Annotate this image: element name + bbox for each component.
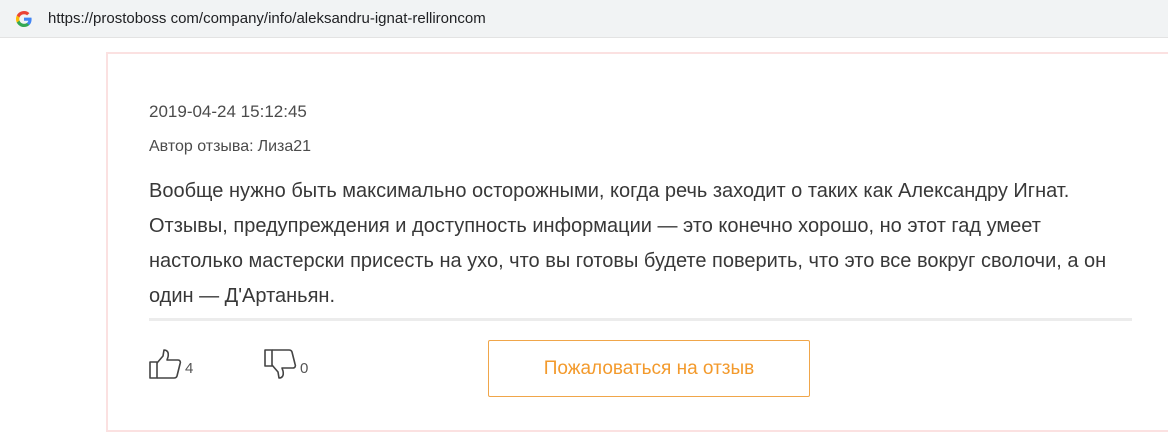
review-author: Автор отзыва: Лиза21 — [149, 136, 311, 158]
complain-button[interactable]: Пожаловаться на отзыв — [488, 340, 810, 397]
thumbs-down-icon — [263, 348, 297, 380]
divider — [149, 318, 1132, 321]
like-button[interactable]: 4 — [148, 347, 193, 381]
address-bar[interactable]: https://prostoboss com/company/info/alek… — [0, 0, 1168, 38]
google-g-icon — [14, 9, 34, 29]
url-text[interactable]: https://prostoboss com/company/info/alek… — [48, 9, 486, 29]
author-name: Лиза21 — [257, 138, 312, 155]
author-label: Автор отзыва: — [149, 138, 254, 155]
dislike-button[interactable]: 0 — [263, 347, 308, 381]
thumbs-up-icon — [148, 348, 182, 380]
dislikes-count: 0 — [300, 359, 309, 377]
likes-count: 4 — [185, 359, 194, 377]
review-text: Вообще нужно быть максимально осторожным… — [149, 180, 1107, 307]
review-date: 2019-04-24 15:12:45 — [149, 102, 307, 121]
